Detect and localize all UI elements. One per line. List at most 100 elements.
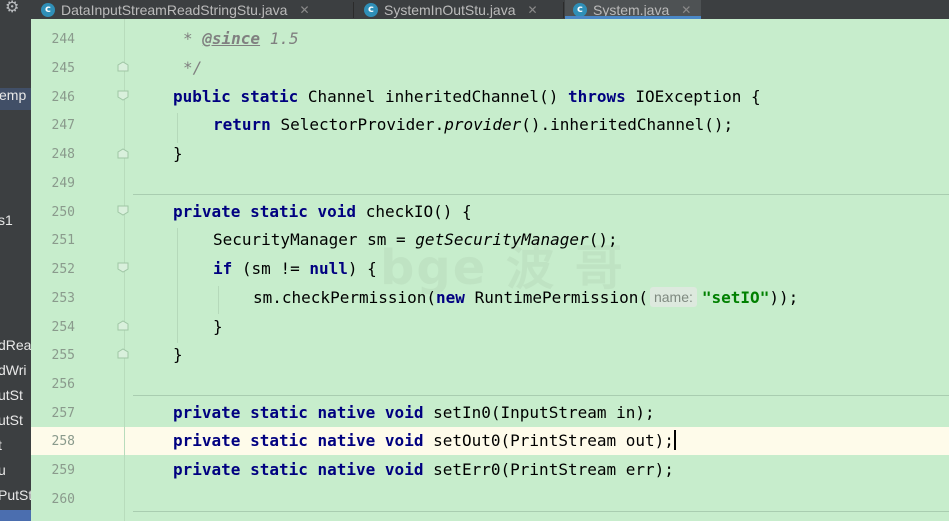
active-tab-indicator	[565, 16, 702, 19]
fold-end-icon[interactable]	[117, 61, 129, 72]
project-item[interactable]: u	[0, 462, 6, 478]
code-line-259[interactable]: private static native void setErr0(Print…	[173, 456, 674, 484]
code-line-254[interactable]: }	[213, 313, 223, 341]
tab-divider	[563, 2, 564, 18]
line-number: 253	[51, 291, 75, 306]
code-line-245[interactable]: */	[183, 54, 202, 82]
code-line-258[interactable]: private static native void setOut0(Print…	[173, 427, 676, 455]
code-line-246[interactable]: public static Channel inheritedChannel()…	[173, 83, 761, 111]
code-text: checkIO() {	[365, 202, 472, 221]
static-method: getSecurityManager	[415, 230, 589, 249]
java-class-icon: c	[573, 2, 587, 17]
code-text: }	[173, 345, 183, 364]
javadoc-tag: @since	[202, 29, 261, 48]
code-text: setOut0(PrintStream out);	[433, 431, 674, 450]
code-line-247[interactable]: return SelectorProvider.provider().inher…	[213, 111, 733, 139]
code-text: RuntimePermission(	[474, 288, 648, 307]
line-number: 248	[51, 147, 75, 162]
project-item[interactable]: s1	[0, 212, 13, 228]
gear-icon[interactable]: ⚙	[5, 0, 19, 16]
code-text: Channel inheritedChannel()	[307, 87, 559, 106]
comment: *	[183, 29, 203, 48]
project-item[interactable]: PutSt	[0, 487, 31, 503]
code-line-250[interactable]: private static void checkIO() {	[173, 198, 472, 226]
code-line-252[interactable]: if (sm != null) {	[213, 255, 377, 283]
code-text: ));	[769, 288, 799, 307]
fold-end-icon[interactable]	[117, 148, 129, 159]
string-literal: "setIO"	[701, 288, 770, 307]
code-line-244[interactable]: * @since 1.5	[183, 25, 299, 53]
project-item[interactable]: dRea	[0, 337, 31, 353]
line-number: 259	[51, 463, 75, 478]
comment: 1.5	[260, 29, 299, 48]
project-item[interactable]: dWri	[0, 362, 27, 378]
project-toolbar: ⚙	[0, 0, 31, 19]
method-separator	[133, 511, 949, 512]
indent-guide	[177, 113, 178, 143]
code-text: sm.checkPermission(	[253, 288, 437, 307]
keyword: void	[317, 202, 357, 221]
keyword: static	[250, 202, 308, 221]
keyword: private	[173, 202, 241, 221]
line-number: 251	[51, 233, 75, 248]
code-line-251[interactable]: SecurityManager sm = getSecurityManager(…	[213, 226, 618, 254]
line-number: 250	[51, 205, 75, 220]
code-text: ().inheritedChannel();	[521, 115, 734, 134]
code-text: IOException {	[635, 87, 761, 106]
project-item[interactable]: utSt	[0, 387, 23, 403]
method-separator	[133, 194, 949, 195]
tab-divider	[353, 2, 354, 18]
tab-systeminoutstu[interactable]: c SystemInOutStu.java ✕	[364, 0, 538, 19]
close-icon[interactable]: ✕	[681, 3, 691, 17]
tab-datainputstreamreadstringstu[interactable]: c DataInputStreamReadStringStu.java ✕	[41, 0, 310, 19]
text-caret	[673, 430, 676, 450]
code-line-255[interactable]: }	[173, 341, 183, 369]
code-line-248[interactable]: }	[173, 140, 183, 168]
code-text: ();	[588, 230, 618, 249]
parameter-hint: name:	[649, 287, 697, 307]
keyword: return	[213, 115, 271, 134]
line-number: 258	[51, 434, 75, 449]
line-number: 244	[51, 32, 75, 47]
java-class-icon: c	[364, 2, 378, 17]
keyword: private static native void	[173, 460, 424, 479]
fold-start-icon[interactable]	[117, 262, 129, 273]
project-item-selected[interactable]	[0, 510, 31, 521]
project-item[interactable]: t	[0, 437, 2, 453]
line-number: 257	[51, 406, 75, 421]
code-text: (sm !=	[241, 259, 310, 278]
close-icon[interactable]: ✕	[528, 3, 538, 17]
project-item[interactable]: utSt	[0, 412, 23, 428]
line-number: 249	[51, 176, 75, 191]
keyword: if	[213, 259, 233, 278]
fold-start-icon[interactable]	[117, 205, 129, 216]
line-number: 260	[51, 492, 75, 507]
editor-tab-bar: c DataInputStreamReadStringStu.java ✕ c …	[31, 0, 949, 19]
code-text: SecurityManager sm =	[213, 230, 416, 249]
line-number: 256	[51, 377, 75, 392]
close-icon[interactable]: ✕	[299, 3, 309, 17]
static-method: provider	[444, 115, 522, 134]
line-number: 245	[51, 61, 75, 76]
fold-start-icon[interactable]	[117, 90, 129, 101]
fold-end-icon[interactable]	[117, 320, 129, 331]
indent-guide	[218, 286, 219, 314]
keyword: null	[309, 259, 348, 278]
fold-end-icon[interactable]	[117, 348, 129, 359]
code-line-253[interactable]: sm.checkPermission(new RuntimePermission…	[253, 284, 798, 312]
method-separator	[133, 395, 949, 396]
project-panel: ⚙ emp s1 dRea dWri utSt utSt t u PutSt	[0, 0, 31, 521]
java-class-icon: c	[41, 2, 55, 17]
line-number: 247	[51, 118, 75, 133]
project-item[interactable]: emp	[0, 87, 26, 103]
tab-label: SystemInOutStu.java	[384, 1, 516, 18]
tab-system[interactable]: c System.java ✕	[565, 0, 702, 19]
code-text: setIn0(InputStream in);	[433, 403, 655, 422]
code-line-257[interactable]: private static native void setIn0(InputS…	[173, 399, 655, 427]
keyword: throws	[567, 87, 626, 106]
line-number: 246	[51, 90, 75, 105]
code-text: setErr0(PrintStream err);	[433, 460, 674, 479]
code-text: SelectorProvider.	[280, 115, 445, 134]
comment: */	[183, 58, 203, 77]
keyword: public	[173, 87, 231, 106]
